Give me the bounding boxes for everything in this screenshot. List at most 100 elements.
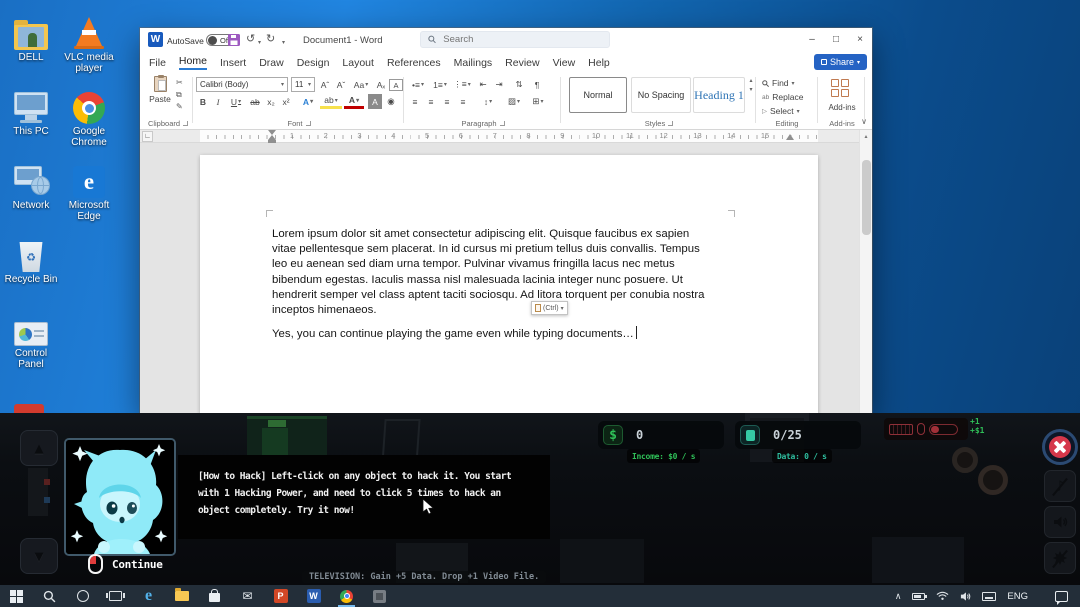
volume-icon[interactable] xyxy=(960,591,971,602)
taskbar-powerpoint[interactable]: P xyxy=(264,585,297,607)
paragraph[interactable]: Yes, you can continue playing the game e… xyxy=(272,326,714,342)
multilevel-list-button[interactable]: ⋮≡▾ xyxy=(452,77,472,92)
grow-font-button[interactable]: Aˆ xyxy=(318,77,332,92)
search-input[interactable] xyxy=(441,33,602,46)
desktop-icon-chrome[interactable]: Google Chrome xyxy=(60,86,118,160)
dialog-launcher-icon[interactable] xyxy=(183,121,188,126)
select-button[interactable]: ▷ Select▾ xyxy=(762,106,800,116)
taskbar-search-button[interactable] xyxy=(33,585,66,607)
taskbar-store[interactable] xyxy=(198,585,231,607)
desktop-icon-network[interactable]: Network xyxy=(2,160,60,234)
share-button[interactable]: Share▾ xyxy=(814,54,867,70)
right-indent-marker[interactable] xyxy=(786,134,794,140)
undo-dropdown-icon[interactable]: ▾ xyxy=(258,37,261,50)
borders-button[interactable]: ⊞▾ xyxy=(528,94,548,109)
show-hidden-icons-chevron[interactable]: ∧ xyxy=(895,591,902,602)
task-view-button[interactable] xyxy=(99,585,132,607)
desktop-icon-this-pc[interactable]: This PC xyxy=(2,86,60,160)
shading-button[interactable]: ▨▾ xyxy=(504,94,524,109)
language-indicator[interactable]: ENG xyxy=(1007,591,1028,602)
dialog-launcher-icon[interactable] xyxy=(306,121,311,126)
tab-view[interactable]: View xyxy=(553,57,576,69)
touch-keyboard-icon[interactable] xyxy=(982,592,996,601)
tab-mailings[interactable]: Mailings xyxy=(454,57,493,69)
style-no-spacing[interactable]: No Spacing xyxy=(631,77,691,113)
customize-quick-access-icon[interactable]: ▾ xyxy=(282,37,285,50)
increase-indent-button[interactable]: ⇥ xyxy=(492,77,506,92)
action-center-icon[interactable] xyxy=(1055,591,1068,602)
text-highlight-button[interactable]: ab▾ xyxy=(320,94,342,109)
justify-button[interactable]: ≡ xyxy=(456,94,470,109)
save-icon[interactable] xyxy=(228,34,240,50)
character-border-button[interactable]: A xyxy=(389,79,403,91)
taskbar-chrome-active[interactable] xyxy=(330,585,363,607)
sort-button[interactable]: ⇅ xyxy=(512,77,526,92)
floor-up-button[interactable]: ▲ xyxy=(20,430,58,466)
text-effects-button[interactable]: A▾ xyxy=(298,94,318,109)
align-left-button[interactable]: ≡ xyxy=(408,94,422,109)
maximize-button[interactable]: □ xyxy=(824,28,848,50)
font-name-combo[interactable]: Calibri (Body)▾ xyxy=(196,77,288,92)
paste-button[interactable]: Paste xyxy=(146,76,174,114)
show-formatting-button[interactable]: ¶ xyxy=(530,77,544,92)
wifi-icon[interactable] xyxy=(936,591,949,601)
styles-scroll-up-button[interactable]: ▴ xyxy=(749,77,752,84)
tab-home[interactable]: Home xyxy=(179,55,207,70)
taskbar-mail[interactable]: ✉ xyxy=(231,585,264,607)
tab-design[interactable]: Design xyxy=(297,57,330,69)
search-box[interactable] xyxy=(420,31,610,48)
sfx-mute-button[interactable] xyxy=(1044,542,1076,574)
clear-formatting-button[interactable]: Aₓ xyxy=(374,77,388,92)
italic-button[interactable]: I xyxy=(211,94,225,109)
start-button[interactable] xyxy=(0,585,33,607)
align-center-button[interactable]: ≡ xyxy=(424,94,438,109)
numbering-button[interactable]: 1≡▾ xyxy=(430,77,450,92)
align-right-button[interactable]: ≡ xyxy=(440,94,454,109)
dialog-launcher-icon[interactable] xyxy=(500,121,505,126)
tab-help[interactable]: Help xyxy=(588,57,610,69)
copy-button[interactable]: ⧉ xyxy=(176,89,183,100)
close-button[interactable]: × xyxy=(848,28,872,50)
tab-selector-icon[interactable]: ∟ xyxy=(142,131,153,142)
tab-insert[interactable]: Insert xyxy=(220,57,246,69)
replace-button[interactable]: ab Replace xyxy=(762,92,803,102)
tab-layout[interactable]: Layout xyxy=(342,57,374,69)
font-color-button[interactable]: A▾ xyxy=(344,94,364,109)
minimize-button[interactable]: – xyxy=(800,28,824,50)
paste-options-button[interactable]: (Ctrl) ▾ xyxy=(531,301,568,315)
font-size-combo[interactable]: 11▾ xyxy=(291,77,315,92)
line-spacing-button[interactable]: ↕▾ xyxy=(478,94,498,109)
tab-references[interactable]: References xyxy=(387,57,441,69)
battery-icon[interactable] xyxy=(912,593,925,600)
taskbar-game-app[interactable] xyxy=(363,585,396,607)
continue-button[interactable]: Continue xyxy=(88,554,163,574)
bullets-button[interactable]: •≡▾ xyxy=(408,77,428,92)
underline-button[interactable]: U▾ xyxy=(226,94,246,109)
horizontal-ruler[interactable]: 123456789101112131415 ∟ xyxy=(140,130,872,143)
collapse-ribbon-icon[interactable]: ∨ xyxy=(861,117,867,126)
bold-button[interactable]: B xyxy=(196,94,210,109)
redo-button[interactable]: ↻ xyxy=(266,33,275,46)
left-indent-marker[interactable] xyxy=(268,130,276,143)
style-heading1[interactable]: Heading 1 xyxy=(693,77,745,113)
scrollbar-thumb[interactable] xyxy=(862,160,871,235)
floor-down-button[interactable]: ▼ xyxy=(20,538,58,574)
change-case-button[interactable]: Aa▾ xyxy=(350,77,372,92)
game-close-button[interactable] xyxy=(1042,429,1078,465)
taskbar-word[interactable]: W xyxy=(297,585,330,607)
format-painter-button[interactable]: ✎ xyxy=(176,101,183,112)
tab-review[interactable]: Review xyxy=(505,57,539,69)
character-shading-button[interactable]: A xyxy=(368,94,382,109)
decrease-indent-button[interactable]: ⇤ xyxy=(476,77,490,92)
music-mute-button[interactable]: ♪ xyxy=(1044,470,1076,502)
desktop-icon-recycle-bin[interactable]: ♻ Recycle Bin xyxy=(2,234,60,308)
find-button[interactable]: Find▾ xyxy=(762,78,795,88)
styles-scroll-down-button[interactable]: ▾ xyxy=(749,86,752,93)
document-text[interactable]: Lorem ipsum dolor sit amet consectetur a… xyxy=(272,227,714,342)
vertical-scrollbar[interactable]: ▴ xyxy=(859,130,872,414)
desktop-icon-control-panel[interactable]: Control Panel xyxy=(2,308,60,382)
paragraph[interactable]: Lorem ipsum dolor sit amet consectetur a… xyxy=(272,227,714,318)
scroll-up-icon[interactable]: ▴ xyxy=(860,130,872,143)
subscript-button[interactable]: x₂ xyxy=(264,94,278,109)
cortana-button[interactable] xyxy=(66,585,99,607)
